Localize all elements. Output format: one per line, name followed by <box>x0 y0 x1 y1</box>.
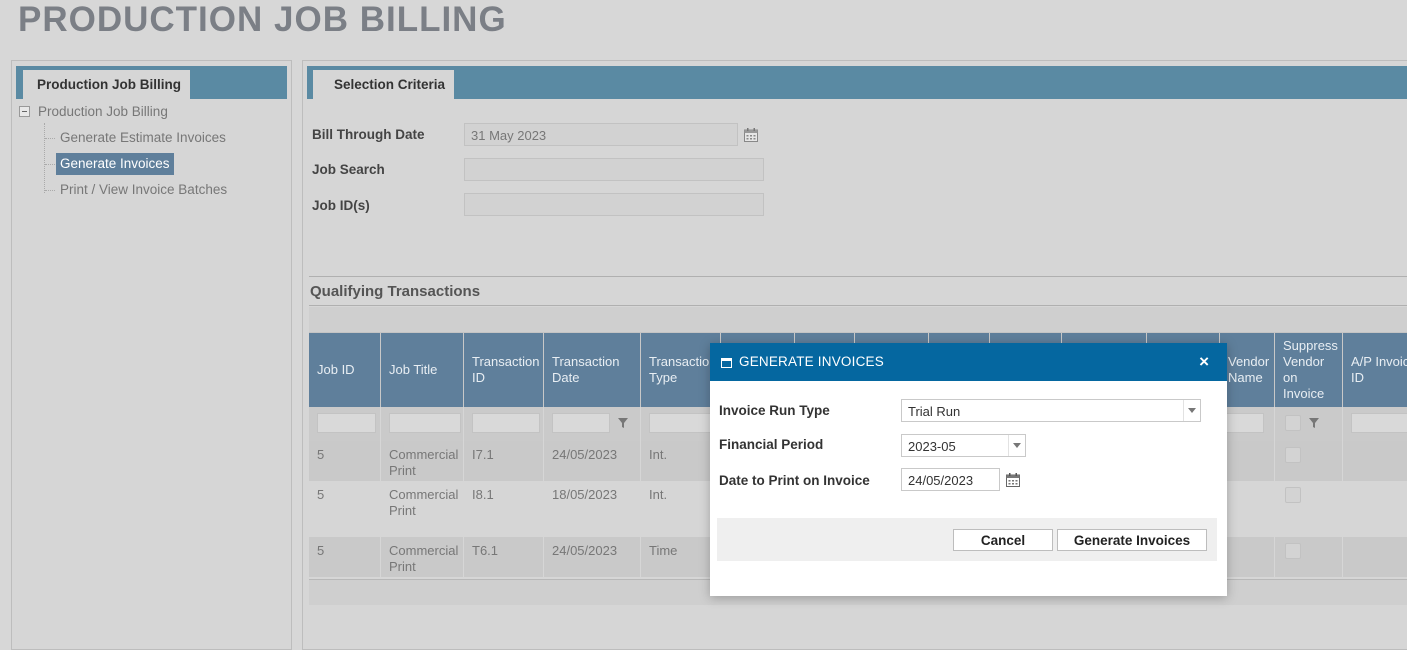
filter-icon[interactable] <box>618 418 628 428</box>
col-header-transaction-type[interactable]: Transaction Type <box>641 333 721 407</box>
invoice-run-type-select[interactable]: Trial Run <box>901 399 1201 422</box>
filter-checkbox-suppress-vendor[interactable] <box>1285 415 1301 431</box>
chevron-down-icon[interactable] <box>1008 435 1025 456</box>
cell-vendor-name <box>1220 481 1275 537</box>
tab-selection-criteria[interactable]: Selection Criteria <box>313 70 454 99</box>
cell-transaction-id: I8.1 <box>464 481 544 537</box>
cell-transaction-type: Int. <box>641 441 721 481</box>
cell-suppress-vendor <box>1275 537 1343 577</box>
filter-input-job-title[interactable] <box>389 413 461 433</box>
tree-item-generate-estimate-invoices[interactable]: Generate Estimate Invoices <box>56 127 230 149</box>
col-header-transaction-date[interactable]: Transaction Date <box>544 333 641 407</box>
cancel-button[interactable]: Cancel <box>953 529 1053 551</box>
cell-ap-invoice-id <box>1343 537 1407 577</box>
cell-transaction-date: 24/05/2023 <box>544 441 641 481</box>
generate-invoices-button[interactable]: Generate Invoices <box>1057 529 1207 551</box>
tree-connector <box>45 164 55 165</box>
tree-connector <box>45 138 55 139</box>
filter-input-vendor-name[interactable] <box>1222 413 1264 433</box>
job-search-input[interactable] <box>464 158 764 181</box>
grid-toolbar <box>309 307 1407 333</box>
page-title: PRODUCTION JOB BILLING <box>18 0 507 39</box>
cell-job-title: Commercial Print <box>381 441 464 481</box>
window-icon <box>721 358 732 368</box>
cell-transaction-date: 18/05/2023 <box>544 481 641 537</box>
qualifying-transactions-header: Qualifying Transactions <box>309 276 1407 306</box>
cell-transaction-type: Time <box>641 537 721 577</box>
financial-period-value: 2023-05 <box>908 439 956 454</box>
suppress-vendor-checkbox[interactable] <box>1285 543 1301 559</box>
left-tab-bar: Production Job Billing <box>16 66 287 99</box>
cell-job-id: 5 <box>309 537 381 577</box>
invoice-run-type-label: Invoice Run Type <box>719 403 830 418</box>
bill-through-date-label: Bill Through Date <box>312 127 425 142</box>
suppress-vendor-checkbox[interactable] <box>1285 447 1301 463</box>
cell-suppress-vendor <box>1275 441 1343 481</box>
cell-ap-invoice-id <box>1343 441 1407 481</box>
invoice-run-type-value: Trial Run <box>908 404 961 419</box>
tab-production-job-billing[interactable]: Production Job Billing <box>23 70 190 99</box>
tree-connector <box>44 123 45 193</box>
financial-period-label: Financial Period <box>719 437 824 452</box>
chevron-down-icon[interactable] <box>1183 400 1200 421</box>
filter-input-transaction-date[interactable] <box>552 413 610 433</box>
date-to-print-label: Date to Print on Invoice <box>719 473 870 488</box>
col-header-transaction-id[interactable]: Transaction ID <box>464 333 544 407</box>
calendar-icon[interactable] <box>743 127 759 143</box>
financial-period-select[interactable]: 2023-05 <box>901 434 1026 457</box>
filter-input-job-id[interactable] <box>317 413 376 433</box>
cell-vendor-name <box>1220 537 1275 577</box>
col-header-vendor-name[interactable]: Vendor Name <box>1220 333 1275 407</box>
bill-through-date-input[interactable]: 31 May 2023 <box>464 123 738 146</box>
cell-transaction-id: I7.1 <box>464 441 544 481</box>
cell-transaction-id: T6.1 <box>464 537 544 577</box>
cell-job-title: Commercial Print <box>381 537 464 577</box>
right-tab-bar: Selection Criteria <box>307 66 1407 99</box>
cell-vendor-name <box>1220 441 1275 481</box>
filter-icon[interactable] <box>1309 418 1319 428</box>
cell-job-id: 5 <box>309 441 381 481</box>
job-search-label: Job Search <box>312 162 385 177</box>
col-header-job-title[interactable]: Job Title <box>381 333 464 407</box>
calendar-icon[interactable] <box>1005 472 1021 488</box>
qualifying-transactions-title: Qualifying Transactions <box>310 283 481 300</box>
job-ids-input[interactable] <box>464 193 764 216</box>
suppress-vendor-checkbox[interactable] <box>1285 487 1301 503</box>
dialog-footer: Cancel Generate Invoices <box>717 518 1217 561</box>
dialog-title: GENERATE INVOICES <box>739 354 884 369</box>
close-icon[interactable]: × <box>1199 352 1209 372</box>
filter-input-ap-invoice-id[interactable] <box>1351 413 1407 433</box>
tree-root[interactable]: Production Job Billing <box>19 104 168 122</box>
cell-job-id: 5 <box>309 481 381 537</box>
tree-root-label: Production Job Billing <box>38 104 168 119</box>
cell-transaction-type: Int. <box>641 481 721 537</box>
col-header-job-id[interactable]: Job ID <box>309 333 381 407</box>
filter-input-transaction-id[interactable] <box>472 413 540 433</box>
job-ids-label: Job ID(s) <box>312 198 370 213</box>
generate-invoices-dialog: GENERATE INVOICES × Invoice Run Type Tri… <box>710 343 1227 596</box>
date-to-print-input[interactable]: 24/05/2023 <box>901 468 1000 491</box>
filter-input-transaction-type[interactable] <box>649 413 715 433</box>
tree-collapse-icon[interactable] <box>19 106 30 117</box>
col-header-suppress-vendor[interactable]: Suppress Vendor on Invoice <box>1275 333 1343 407</box>
col-header-ap-invoice-id[interactable]: A/P Invoice ID <box>1343 333 1407 407</box>
cell-ap-invoice-id <box>1343 481 1407 537</box>
tree-item-generate-invoices[interactable]: Generate Invoices <box>56 153 174 175</box>
left-nav-panel: Production Job Billing Production Job Bi… <box>11 60 292 650</box>
cell-suppress-vendor <box>1275 481 1343 537</box>
tree-item-print-view-invoice-batches[interactable]: Print / View Invoice Batches <box>56 179 231 201</box>
tree-connector <box>45 190 55 191</box>
dialog-header: GENERATE INVOICES × <box>710 343 1227 381</box>
cell-job-title: Commercial Print <box>381 481 464 537</box>
cell-transaction-date: 24/05/2023 <box>544 537 641 577</box>
